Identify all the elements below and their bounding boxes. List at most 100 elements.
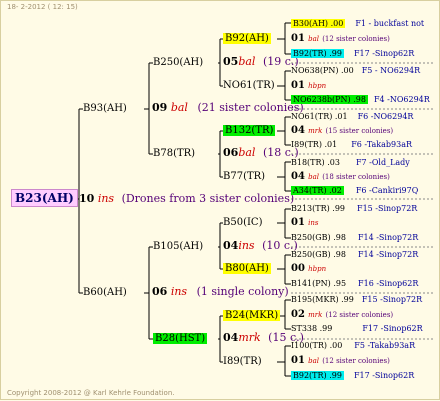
- l4-bottom[interactable]: B92(TR) .99 F17 -Sinop62R: [291, 47, 414, 61]
- l1-name: B60(AH): [83, 287, 127, 298]
- l2-node-3[interactable]: B28(HST): [153, 332, 208, 346]
- l4-bottom-id: F14 -Sinop72R: [357, 233, 419, 242]
- l4-top-name: B250(GB) .98: [291, 250, 346, 259]
- l4-mid: 00 hbpn: [291, 262, 326, 276]
- l4-top[interactable]: B30(AH) .00 F1 - buckfast not: [291, 17, 424, 31]
- l4-gen: 02: [291, 309, 305, 320]
- l4-bottom[interactable]: A34(TR) .02 F6 -Cankiri97Q: [291, 184, 418, 198]
- l2-gen: 04: [223, 239, 239, 252]
- l4-bottom[interactable]: NO6238b(PN) .98 F4 -NO6294R: [291, 93, 430, 107]
- l4-bottom[interactable]: B250(GB) .98 F14 -Sinop72R: [291, 231, 418, 245]
- l3-node-5[interactable]: B80(AH): [223, 262, 271, 276]
- l3-node-6[interactable]: B24(MKR): [223, 309, 281, 323]
- l3-name: I89(TR): [223, 356, 262, 367]
- copyright-footer: Copyright 2008-2012 @ Karl Kehrle Founda…: [7, 389, 175, 397]
- l4-top[interactable]: B213(TR) .99 F15 -Sinop72R: [291, 202, 417, 216]
- l1-gen: 06: [152, 285, 168, 298]
- l3-node-3[interactable]: B77(TR): [223, 170, 265, 184]
- l4-bee: hbpn: [308, 265, 327, 273]
- l4-mid: 02 mrk (12 sister colonies): [291, 308, 393, 322]
- l4-top-name: NO61(TR) .01: [291, 112, 348, 121]
- l4-bottom[interactable]: ST338 .99 F17 -Sinop62R: [291, 322, 423, 336]
- l4-bee: bal: [308, 173, 320, 181]
- l4-bottom[interactable]: B92(TR) .99 F17 -Sinop62R: [291, 369, 414, 383]
- l4-bottom-name: B250(GB) .98: [291, 233, 346, 242]
- l1-node-0[interactable]: B93(AH): [83, 102, 127, 116]
- l4-bottom-id: F4 -NO6294R: [373, 95, 430, 104]
- root-bee: ins: [97, 192, 115, 205]
- l4-note: (12 sister colonies): [325, 311, 394, 319]
- l4-gen: 01: [291, 217, 305, 228]
- l3-node-7[interactable]: I89(TR): [223, 355, 262, 369]
- l4-bee: bal: [308, 357, 320, 365]
- l3-name: B80(AH): [223, 263, 271, 274]
- l2-node-0[interactable]: B250(AH): [153, 56, 203, 70]
- l4-mid: 01 bal (12 sister colonies): [291, 32, 390, 46]
- l2-info-1: 06bal (18 c.): [223, 146, 299, 160]
- l4-top-name: B30(AH) .00: [291, 19, 346, 28]
- l1-name: B93(AH): [83, 103, 127, 114]
- l1-bee: bal: [170, 101, 188, 114]
- l4-top-id: F5 - NO6294R: [361, 66, 421, 75]
- l4-mid: 01 ins: [291, 216, 318, 230]
- l4-bee: hbpn: [308, 82, 327, 90]
- l3-node-4[interactable]: B50(IC): [223, 216, 262, 230]
- l3-node-2[interactable]: B132(TR): [223, 124, 276, 138]
- l4-gen: 04: [291, 171, 305, 182]
- l4-top-id: F6 -NO6294R: [357, 112, 414, 121]
- l4-bottom-id: F6 -Cankiri97Q: [355, 186, 419, 195]
- l2-node-1[interactable]: B78(TR): [153, 147, 195, 161]
- l4-bottom-name: B141(PN) .95: [291, 279, 347, 288]
- l4-top[interactable]: B250(GB) .98 F14 -Sinop72R: [291, 248, 418, 262]
- l4-top-id: F15 -Sinop72R: [357, 204, 418, 213]
- l4-top[interactable]: B195(MKR) .99 F15 -Sinop72R: [291, 293, 422, 307]
- l4-top-name: NO638(PN) .00: [291, 66, 354, 75]
- l4-bottom-id: F17 -Sinop62R: [362, 324, 423, 333]
- l4-top[interactable]: NO61(TR) .01 F6 -NO6294R: [291, 110, 413, 124]
- l4-mid: 01 bal (12 sister colonies): [291, 354, 390, 368]
- l4-bottom-name: A34(TR) .02: [291, 186, 344, 195]
- l4-gen: 01: [291, 33, 305, 44]
- l2-bee: mrk: [238, 331, 261, 344]
- l4-top-id: F5 -Takab93aR: [354, 341, 416, 350]
- l4-bee: ins: [308, 219, 319, 227]
- l4-top-name: B195(MKR) .99: [291, 295, 354, 304]
- l4-top-id: F1 - buckfast not: [355, 19, 425, 28]
- pedigree-frame: 18- 2-2012 ( 12: 15) B23(AH) 10 ins (Dro…: [0, 0, 440, 400]
- l2-name: B250(AH): [153, 57, 204, 68]
- l3-node-1[interactable]: NO61(TR): [223, 79, 275, 93]
- l1-node-1[interactable]: B60(AH): [83, 286, 127, 300]
- l4-note: (15 sister colonies): [325, 127, 394, 135]
- l4-bee: mrk: [308, 127, 323, 135]
- l2-node-2[interactable]: B105(AH): [153, 240, 203, 254]
- l4-bottom-name: I89(TR) .01: [291, 140, 338, 149]
- l1-bee: ins: [170, 285, 188, 298]
- l4-gen: 01: [291, 80, 305, 91]
- l4-top[interactable]: B18(TR) .03 F7 -Old_Lady: [291, 156, 410, 170]
- l4-bee: mrk: [308, 311, 323, 319]
- l4-bottom-name: B92(TR) .99: [291, 371, 344, 380]
- l4-note: (12 sister colonies): [322, 35, 390, 43]
- l4-gen: 00: [291, 263, 305, 274]
- l2-gen: 06: [223, 146, 239, 159]
- l1-note: (1 single colony): [196, 285, 289, 298]
- l4-bottom[interactable]: I89(TR) .01 F6 -Takab93aR: [291, 138, 412, 152]
- l4-mid: 01 hbpn: [291, 79, 326, 93]
- l3-node-0[interactable]: B92(AH): [223, 32, 271, 46]
- l2-info-2: 04ins (10 c.): [223, 239, 298, 253]
- l4-top[interactable]: I100(TR) .00 F5 -Takab93aR: [291, 339, 415, 353]
- root-queen[interactable]: B23(AH): [11, 189, 78, 207]
- l3-name: NO61(TR): [223, 80, 275, 91]
- root-gen: 10: [79, 192, 95, 205]
- l3-name: B24(MKR): [223, 310, 281, 321]
- l2-gen: 04: [223, 331, 239, 344]
- l3-name: B92(AH): [223, 33, 271, 44]
- l4-top[interactable]: NO638(PN) .00 F5 - NO6294R: [291, 64, 420, 78]
- l2-name: B28(HST): [153, 333, 208, 344]
- l2-info-0: 05bal (19 c.): [223, 55, 299, 69]
- l4-bottom[interactable]: B141(PN) .95 F16 -Sinop62R: [291, 277, 418, 291]
- l1-info-0: 09 bal (21 sister colonies): [152, 101, 304, 115]
- l4-top-name: B18(TR) .03: [291, 158, 340, 167]
- root-note: (Drones from 3 sister colonies): [121, 192, 295, 205]
- l4-note: (12 sister colonies): [322, 357, 390, 365]
